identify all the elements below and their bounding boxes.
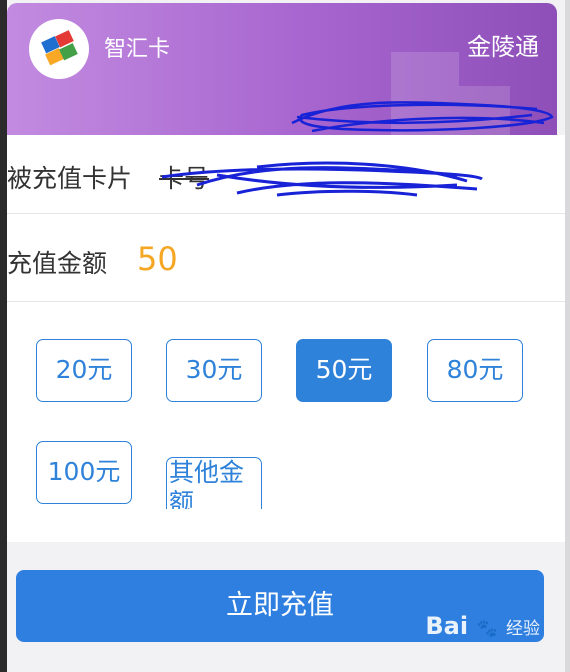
redaction-scribble bbox=[291, 101, 554, 133]
option-20[interactable]: 20元 bbox=[36, 339, 132, 402]
amount-row: 充值金额 50 bbox=[7, 214, 565, 302]
card-name: 智汇卡 bbox=[104, 37, 171, 62]
paw-icon: 🐾 bbox=[476, 619, 498, 639]
card-row: 被充值卡片 卡号 bbox=[7, 135, 565, 214]
card-brand: 金陵通 bbox=[467, 33, 539, 61]
card-row-label: 被充值卡片 bbox=[7, 164, 133, 193]
card-logo bbox=[29, 19, 89, 79]
baidu-jingyan-watermark: Bai 🐾 经验 bbox=[425, 612, 540, 640]
screen-right-edge bbox=[565, 0, 570, 672]
amount-options: 20元 30元 50元 80元 100元 其他金额 bbox=[7, 302, 565, 542]
option-80[interactable]: 80元 bbox=[427, 339, 523, 402]
amount-row-label: 充值金额 bbox=[7, 249, 108, 278]
watermark-brand: Bai bbox=[425, 612, 469, 640]
amount-value: 50 bbox=[137, 240, 178, 278]
card-number-redaction-scribble bbox=[161, 161, 483, 197]
option-30[interactable]: 30元 bbox=[166, 339, 262, 402]
screen-left-edge bbox=[0, 0, 7, 672]
option-100[interactable]: 100元 bbox=[36, 441, 132, 504]
option-other-amount[interactable]: 其他金额 bbox=[166, 457, 262, 509]
zhihui-logo-icon bbox=[41, 30, 78, 66]
transit-card-banner: 智汇卡 金陵通 bbox=[7, 3, 557, 135]
watermark-suffix: 经验 bbox=[506, 619, 540, 639]
option-50[interactable]: 50元 bbox=[296, 339, 392, 402]
